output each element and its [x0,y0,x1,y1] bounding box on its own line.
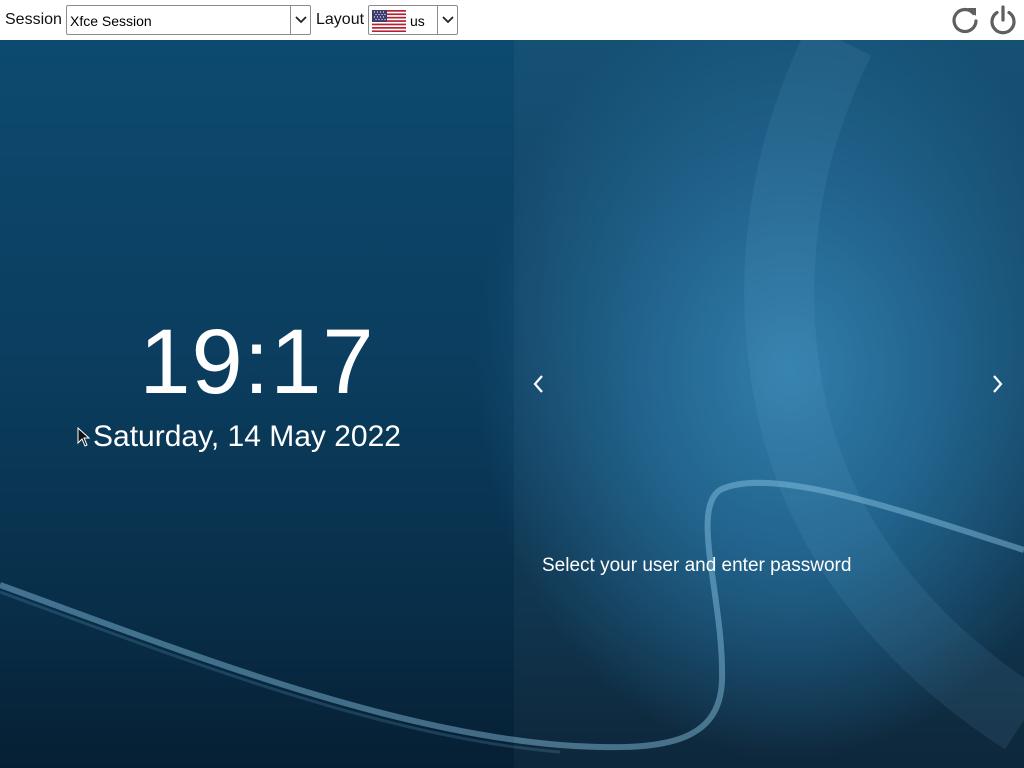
mouse-pointer-icon [77,427,91,447]
top-bar: Session Xfce Session Layout us [0,0,1024,40]
session-select[interactable]: Xfce Session [66,5,311,35]
power-icon [990,5,1016,35]
restart-icon [952,7,978,34]
previous-user-button[interactable] [528,373,550,395]
greeter-background: 19:17 Saturday, 14 May 2022 Select your … [0,40,1024,768]
layout-select-value: us [410,13,425,29]
chevron-down-icon[interactable] [290,6,310,34]
session-select-value: Xfce Session [70,13,152,29]
chevron-left-icon [533,375,543,393]
us-flag-icon [372,10,406,37]
restart-button[interactable] [949,4,981,36]
layout-select[interactable]: us [368,5,458,35]
session-label: Session [5,11,62,28]
shutdown-button[interactable] [987,4,1019,36]
login-prompt: Select your user and enter password [542,555,852,576]
clock-time: 19:17 [139,311,375,413]
login-panel [514,40,1024,768]
chevron-right-icon [993,375,1003,393]
layout-label: Layout [316,11,365,28]
next-user-button[interactable] [986,373,1008,395]
clock-date: Saturday, 14 May 2022 [93,420,401,453]
chevron-down-icon[interactable] [437,6,457,34]
